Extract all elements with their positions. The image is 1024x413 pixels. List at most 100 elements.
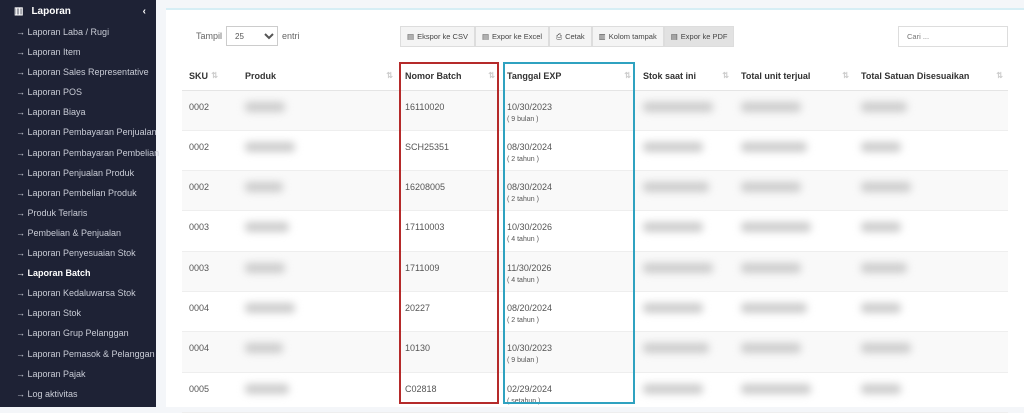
sku-cell: 0004: [182, 331, 238, 373]
excel-icon: ▤: [481, 32, 490, 41]
sidebar-item[interactable]: → Laporan Biaya: [0, 102, 156, 122]
sort-icon[interactable]: ⇅: [386, 71, 393, 80]
page-length: Tampil 25 entri: [196, 26, 300, 46]
column-header[interactable]: Total unit terjual ⇅: [734, 62, 854, 91]
column-visibility-button[interactable]: ▥ Kolom tampak: [591, 26, 664, 47]
print-label: Cetak: [565, 32, 585, 41]
sku-cell: 0004: [182, 291, 238, 333]
sort-icon[interactable]: ⇅: [722, 71, 729, 80]
stock-cell: [636, 210, 734, 252]
sidebar-section-laporan[interactable]: ▥ Laporan ‹: [0, 0, 156, 22]
sidebar: ▥ Laporan ‹ → Laporan Laba / Rugi → Lapor…: [0, 0, 159, 407]
sold-cell: [734, 331, 854, 373]
product-cell: [238, 331, 398, 373]
export-pdf-button[interactable]: ▤ Expor ke PDF: [663, 26, 735, 47]
columns-icon: ▥: [598, 32, 606, 41]
column-header-label: Total unit terjual: [741, 70, 811, 81]
sidebar-item[interactable]: → Produk Terlaris: [0, 203, 156, 223]
sidebar-item[interactable]: → Laporan Batch: [0, 263, 156, 283]
sort-icon[interactable]: ⇅: [996, 71, 1003, 80]
sidebar-item[interactable]: → Laporan Pembayaran Pembelian: [0, 143, 159, 163]
sku-cell: 0002: [182, 90, 238, 131]
entries-label: entri: [282, 31, 300, 41]
sidebar-item[interactable]: → Laporan Kedaluwarsa Stok: [0, 283, 156, 303]
product-cell: [238, 90, 398, 131]
sort-icon[interactable]: ⇅: [211, 71, 218, 80]
sku-cell: 0002: [182, 170, 238, 212]
stock-cell: [636, 291, 734, 333]
column-header[interactable]: Total Satuan Disesuaikan ⇅: [854, 62, 1008, 91]
sidebar-item[interactable]: → Laporan Penjualan Produk: [0, 163, 156, 183]
print-icon: ⎙: [556, 31, 563, 41]
adjusted-cell: [854, 90, 1008, 131]
page-length-select[interactable]: 25: [226, 26, 279, 46]
sold-cell: [734, 210, 854, 252]
exp-column-highlight: [503, 62, 635, 404]
sidebar-item[interactable]: → Laporan POS: [0, 82, 156, 102]
sku-cell: 0003: [182, 251, 238, 292]
file-icon: ▤: [407, 32, 415, 41]
sidebar-item[interactable]: → Laporan Stok: [0, 303, 156, 323]
sold-cell: [734, 251, 854, 292]
stock-cell: [636, 372, 734, 413]
sidebar-item[interactable]: → Laporan Grup Pelanggan: [0, 323, 156, 343]
search-input[interactable]: [898, 26, 1008, 47]
adjusted-cell: [854, 291, 1008, 333]
sku-cell: 0002: [182, 130, 238, 172]
sold-cell: [734, 90, 854, 131]
bar-chart-icon: ▥: [14, 5, 24, 17]
column-header[interactable]: Produk ⇅: [238, 62, 398, 91]
batch-column-highlight: [399, 62, 499, 404]
export-pdf-label: Expor ke PDF: [680, 32, 728, 41]
export-csv-button[interactable]: ▤ Ekspor ke CSV: [400, 26, 475, 47]
column-header-label: Produk: [245, 70, 277, 81]
sidebar-item[interactable]: → Laporan Pembelian Produk: [0, 183, 156, 203]
product-cell: [238, 372, 398, 413]
sidebar-item[interactable]: → Laporan Item: [0, 42, 156, 62]
sidebar-item[interactable]: → Laporan Penyesuaian Stok: [0, 243, 156, 263]
adjusted-cell: [854, 372, 1008, 413]
export-excel-button[interactable]: ▤ Expor ke Excel: [474, 26, 550, 47]
sku-cell: 0003: [182, 210, 238, 252]
stock-cell: [636, 331, 734, 373]
column-header-label: SKU: [189, 70, 209, 81]
sidebar-item[interactable]: → Laporan Pajak: [0, 364, 156, 384]
column-header[interactable]: Stok saat ini ⇅: [636, 62, 734, 91]
sold-cell: [734, 130, 854, 172]
stock-cell: [636, 90, 734, 131]
sidebar-item[interactable]: → Laporan Pemasok & Pelanggan: [0, 344, 156, 364]
product-cell: [238, 251, 398, 292]
product-cell: [238, 210, 398, 252]
stock-cell: [636, 170, 734, 212]
adjusted-cell: [854, 130, 1008, 172]
product-cell: [238, 130, 398, 172]
sold-cell: [734, 372, 854, 413]
sidebar-item[interactable]: → Laporan Pembayaran Penjualan: [0, 122, 157, 142]
adjusted-cell: [854, 170, 1008, 212]
columns-label: Kolom tampak: [608, 32, 657, 41]
sort-icon[interactable]: ⇅: [842, 71, 849, 80]
chevron-left-icon[interactable]: ‹: [143, 6, 146, 17]
product-cell: [238, 170, 398, 212]
stock-cell: [636, 130, 734, 172]
sold-cell: [734, 170, 854, 212]
export-csv-label: Ekspor ke CSV: [417, 32, 468, 41]
sidebar-item[interactable]: → Laporan Sales Representative: [0, 62, 156, 82]
sku-cell: 0005: [182, 372, 238, 413]
sidebar-item[interactable]: → Log aktivitas: [0, 384, 156, 404]
sold-cell: [734, 291, 854, 333]
stock-cell: [636, 251, 734, 292]
show-label: Tampil: [196, 31, 223, 41]
print-button[interactable]: ⎙ Cetak: [549, 26, 592, 47]
product-cell: [238, 291, 398, 333]
sidebar-title: Laporan: [31, 5, 71, 17]
sidebar-item[interactable]: → Laporan Laba / Rugi: [0, 22, 156, 42]
column-header-label: Stok saat ini: [643, 70, 697, 81]
sidebar-item[interactable]: → Pembelian & Penjualan: [0, 223, 156, 243]
adjusted-cell: [854, 331, 1008, 373]
pdf-icon: ▤: [670, 32, 678, 41]
export-excel-label: Expor ke Excel: [492, 32, 543, 41]
column-header-label: Total Satuan Disesuaikan: [861, 70, 970, 81]
column-header[interactable]: SKU ⇅: [182, 62, 238, 91]
adjusted-cell: [854, 251, 1008, 292]
